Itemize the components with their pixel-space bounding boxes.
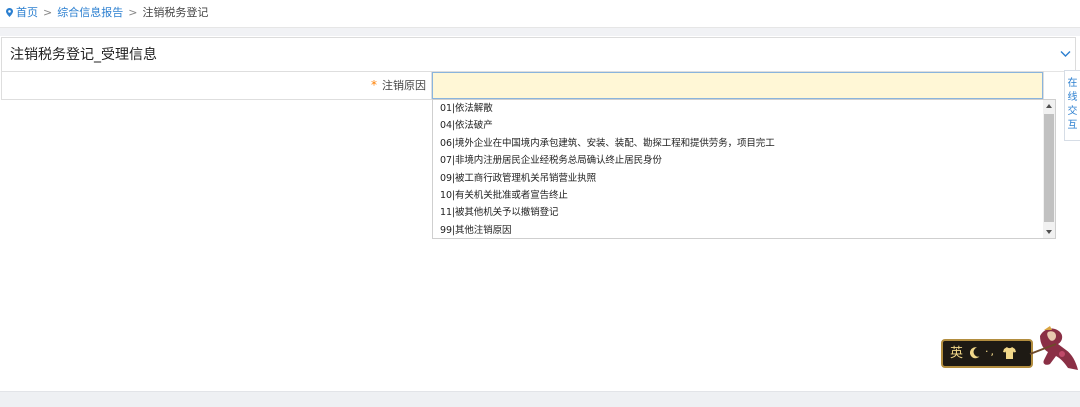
reason-option[interactable]: 09|被工商行政管理机关吊销营业执照: [433, 170, 1042, 187]
dropdown-scrollbar[interactable]: [1043, 100, 1055, 238]
reason-option[interactable]: 01|依法解散: [433, 100, 1042, 117]
scroll-down-arrow-icon[interactable]: [1043, 226, 1055, 238]
breadcrumb: 首页 > 综合信息报告 > 注销税务登记: [0, 0, 1080, 28]
reason-label-cell: * 注销原因: [2, 72, 432, 99]
reason-dropdown: 01|依法解散 04|依法破产 06|境外企业在中国境内承包建筑、安装、装配、勘…: [432, 99, 1056, 239]
reason-option[interactable]: 10|有关机关批准或者宣告终止: [433, 187, 1042, 204]
breadcrumb-trail: 首页 > 综合信息报告 > 注销税务登记: [6, 6, 208, 20]
online-interaction-widget[interactable]: 在 线 交 互: [1064, 70, 1080, 141]
side-widget-char: 在: [1067, 78, 1078, 89]
reason-select-input[interactable]: [432, 72, 1043, 99]
reason-option[interactable]: 99|其他注销原因: [433, 222, 1042, 238]
side-widget-char: 交: [1067, 106, 1078, 117]
reason-label: 注销原因: [382, 79, 426, 92]
side-widget-char: 线: [1067, 92, 1078, 103]
reason-option[interactable]: 11|被其他机关予以撤销登记: [433, 204, 1042, 221]
reason-option-list: 01|依法解散 04|依法破产 06|境外企业在中国境内承包建筑、安装、装配、勘…: [433, 100, 1042, 238]
accept-info-panel-header[interactable]: 注销税务登记_受理信息: [1, 37, 1076, 72]
moon-icon[interactable]: [970, 347, 980, 359]
location-pin-icon: [6, 8, 13, 17]
ime-mascot-icon: [1029, 326, 1078, 370]
breadcrumb-separator: >: [43, 6, 53, 19]
breadcrumb-home-link[interactable]: 首页: [16, 6, 38, 19]
chevron-down-icon[interactable]: [1060, 50, 1071, 58]
side-widget-char: 互: [1067, 120, 1078, 131]
ime-punctuation-toggle[interactable]: ·,: [985, 344, 996, 360]
reason-option[interactable]: 07|非境内注册居民企业经税务总局确认终止居民身份: [433, 152, 1042, 169]
required-marker: *: [371, 78, 377, 92]
scrollbar-thumb[interactable]: [1044, 114, 1054, 222]
page-footer-band: [0, 391, 1080, 407]
header-spacer: [0, 28, 1080, 36]
panel-title: 注销税务登记_受理信息: [10, 47, 157, 63]
breadcrumb-current: 注销税务登记: [142, 6, 209, 19]
reason-option[interactable]: 04|依法破产: [433, 117, 1042, 134]
scroll-up-arrow-icon[interactable]: [1043, 100, 1055, 112]
reason-option[interactable]: 06|境外企业在中国境内承包建筑、安装、装配、勘探工程和提供劳务，项目完工: [433, 135, 1042, 152]
breadcrumb-separator: >: [128, 6, 138, 19]
ime-mode-toggle[interactable]: 英: [950, 345, 963, 362]
breadcrumb-report-link[interactable]: 综合信息报告: [57, 6, 123, 19]
